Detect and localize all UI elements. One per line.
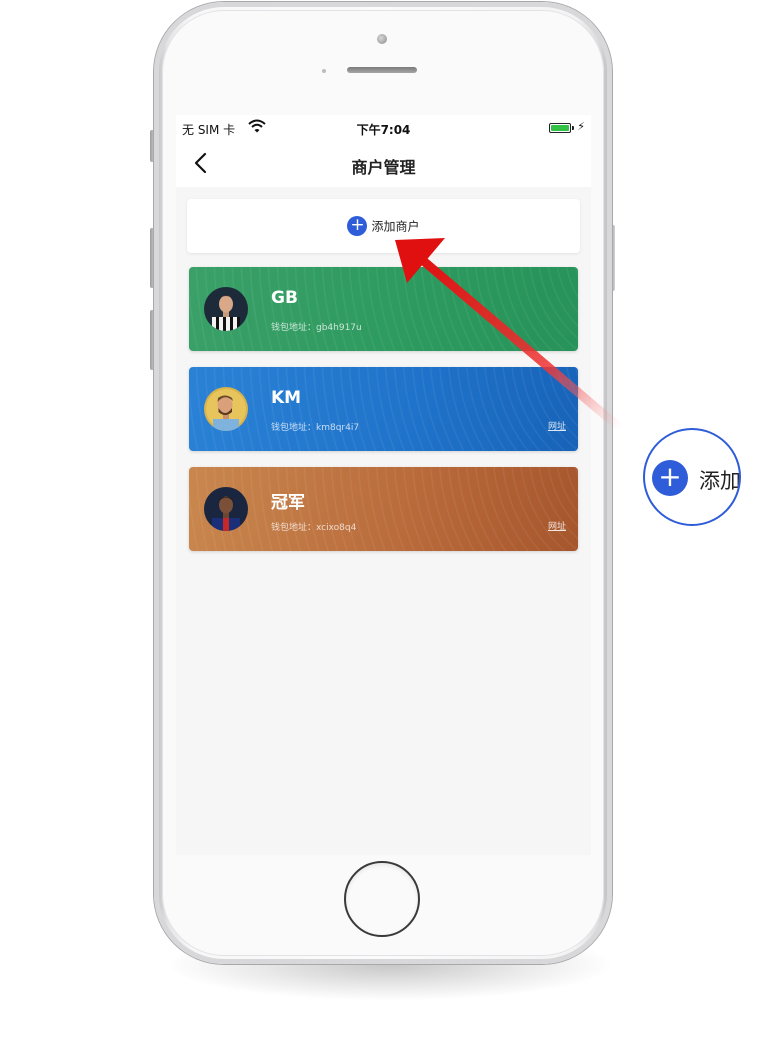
charging-bolt-icon: ⚡ bbox=[577, 120, 585, 133]
wallet-address: 钱包地址：km8qr4i7 bbox=[271, 423, 360, 433]
plus-circle-icon: + bbox=[652, 460, 688, 496]
zoom-label: 添加 bbox=[699, 469, 741, 493]
earpiece-speaker bbox=[347, 67, 417, 73]
merchant-card-champion[interactable]: 冠军 钱包地址：xcixo8q4 网址 bbox=[189, 467, 578, 551]
merchant-name: GB bbox=[271, 288, 298, 308]
app-screen: 无 SIM 卡 下午7:04 ⚡ 商户管理 + 添加商户 GB 钱包地址：gb4… bbox=[176, 115, 591, 855]
wallet-address: 钱包地址：gb4h917u bbox=[271, 323, 362, 333]
website-link[interactable]: 网址 bbox=[548, 519, 566, 532]
avatar bbox=[204, 287, 248, 331]
navigation-bar: 商户管理 bbox=[176, 141, 591, 187]
avatar bbox=[204, 387, 248, 431]
zoom-callout: + 添加 bbox=[643, 428, 741, 526]
proximity-sensor bbox=[322, 69, 326, 73]
clock: 下午7:04 bbox=[356, 123, 411, 137]
avatar bbox=[204, 487, 248, 531]
battery-icon bbox=[549, 123, 571, 133]
status-bar: 无 SIM 卡 下午7:04 ⚡ bbox=[176, 115, 591, 141]
plus-circle-icon: + bbox=[347, 216, 368, 236]
home-button[interactable] bbox=[344, 861, 420, 937]
merchant-name: 冠军 bbox=[271, 493, 305, 513]
wallet-address: 钱包地址：xcixo8q4 bbox=[271, 523, 357, 533]
battery-level bbox=[551, 125, 569, 131]
annotation-arrow bbox=[395, 238, 623, 432]
battery-tip bbox=[572, 126, 574, 130]
front-camera bbox=[377, 34, 387, 44]
page-title: 商户管理 bbox=[351, 158, 416, 177]
merchant-name: KM bbox=[271, 388, 302, 408]
